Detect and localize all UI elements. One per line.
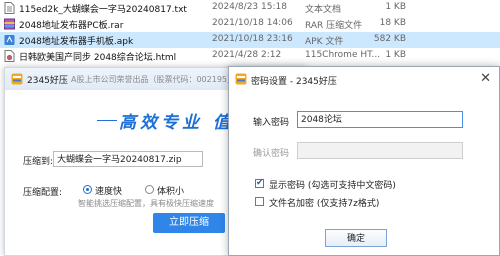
password-input[interactable]: 2048论坛: [297, 111, 463, 128]
rar-archive-icon: [4, 18, 15, 30]
fast-speed-label[interactable]: 速度快: [95, 184, 122, 197]
close-icon[interactable]: ✕: [480, 71, 491, 86]
ok-button[interactable]: 确定: [325, 229, 387, 247]
file-size: 582 KB: [373, 34, 406, 44]
file-type: 文本文档: [305, 5, 342, 15]
slogan-decor-line: [97, 120, 117, 121]
file-size: 18 KB: [379, 18, 406, 28]
encrypt-filenames-checkbox[interactable]: [255, 197, 264, 206]
compress-path-input[interactable]: 大蝴蝶会一字马20240817.zip: [53, 151, 203, 167]
haozip-logo-icon: [11, 73, 23, 85]
file-explorer-list: 115ed2k_大蝴蝶会一字马20240817.txt 2024/8/23 15…: [0, 0, 500, 66]
small-size-label[interactable]: 体积小: [157, 184, 184, 197]
file-type: APK 文件: [305, 37, 344, 47]
file-name: 2048地址发布器手机板.apk: [19, 37, 134, 47]
show-password-label[interactable]: 显示密码 (勾选可支持中文密码): [269, 178, 396, 191]
file-date: 2024/8/23 15:18: [212, 2, 287, 12]
text-file-icon: [4, 2, 15, 14]
file-name: 115ed2k_大蝴蝶会一字马20240817.txt: [19, 5, 187, 15]
file-date: 2021/4/28 2:12: [212, 50, 282, 60]
file-size: 1 KB: [385, 50, 406, 60]
window-subtitle: A股上市公司荣誉出品（股票代码：002195）: [71, 75, 236, 84]
file-row[interactable]: 2048地址发布器PC板.rar 2021/10/18 14:06 RAR 压缩…: [0, 16, 500, 32]
show-password-checkbox[interactable]: ✔: [255, 178, 264, 188]
confirm-password-input[interactable]: [297, 142, 463, 159]
compress-now-button[interactable]: 立即压缩: [153, 213, 225, 233]
file-row[interactable]: 2048地址发布器手机板.apk 2021/10/18 23:16 APK 文件…: [0, 32, 500, 48]
file-type: RAR 压缩文件: [305, 21, 363, 31]
file-date: 2021/10/18 14:06: [212, 18, 293, 28]
file-row[interactable]: 115ed2k_大蝴蝶会一字马20240817.txt 2024/8/23 15…: [0, 0, 500, 16]
html-file-icon: [4, 50, 15, 62]
file-date: 2021/10/18 23:16: [212, 34, 293, 44]
file-name: 日韩欧美国产同步 2048综合论坛.html: [19, 53, 177, 63]
confirm-password-label: 确认密码: [253, 149, 290, 159]
dialog-body: 输入密码 2048论坛 确认密码 ✔ 显示密码 (勾选可支持中文密码) 文件名加…: [229, 91, 499, 255]
compress-config-label: 压缩配置:: [23, 188, 63, 198]
apk-file-icon: [4, 35, 15, 45]
small-size-radio[interactable]: [145, 185, 154, 194]
window-title: 2345好压: [27, 76, 68, 86]
haozip-logo-icon: [235, 73, 247, 85]
config-hint: 智能挑选压缩配置，具有极快压缩速度: [78, 199, 214, 208]
encrypt-filenames-label[interactable]: 文件名加密 (仅支持7z格式): [269, 196, 379, 209]
dialog-titlebar[interactable]: 密码设置 - 2345好压 ✕: [229, 67, 499, 91]
dialog-title: 密码设置 - 2345好压: [251, 77, 337, 87]
file-row[interactable]: 日韩欧美国产同步 2048综合论坛.html 2021/4/28 2:12 11…: [0, 48, 500, 64]
password-label: 输入密码: [253, 118, 290, 128]
compress-to-label: 压缩到:: [23, 157, 54, 167]
password-dialog: 密码设置 - 2345好压 ✕ 输入密码 2048论坛 确认密码 ✔ 显示密码 …: [228, 66, 500, 256]
fast-speed-radio[interactable]: [83, 185, 92, 194]
checkmark-icon: ✔: [256, 178, 264, 188]
file-size: 1 KB: [385, 2, 406, 12]
file-type: 115Chrome HT...: [305, 50, 381, 60]
file-name: 2048地址发布器PC板.rar: [19, 21, 124, 31]
